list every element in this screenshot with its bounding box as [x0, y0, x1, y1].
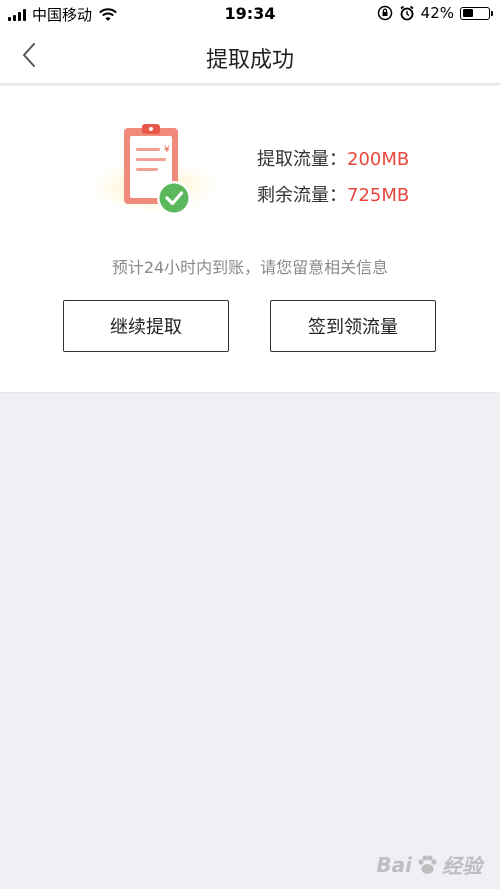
result-card: ¥ 提取流量：200MB 剩余流量：725MB 预计24小时内到账，请您留意相关… [0, 86, 500, 393]
checkin-flow-button[interactable]: 签到领流量 [270, 300, 436, 352]
page-title: 提取成功 [205, 48, 294, 73]
watermark-text-2: 经验 [442, 854, 482, 878]
battery-icon [460, 6, 493, 20]
remaining-row: 剩余流量：725MB [257, 178, 409, 214]
alarm-icon [400, 5, 414, 21]
paw-icon [418, 854, 437, 874]
extracted-row: 提取流量：200MB [257, 142, 409, 178]
baidu-watermark: Bai 经验 [376, 850, 482, 879]
extracted-label: 提取流量： [257, 149, 347, 170]
remaining-value: 725MB [347, 185, 410, 206]
remaining-label: 剩余流量： [257, 185, 347, 206]
battery-level [462, 9, 473, 17]
status-bar: 中国移动 19:34 42% [0, 0, 500, 28]
battery-percent: 42% [420, 4, 454, 22]
flow-info: 提取流量：200MB 剩余流量：725MB [257, 142, 409, 214]
clipboard-success-icon: ¥ [88, 124, 220, 215]
watermark-text: Bai [376, 852, 412, 877]
nav-bar: 提取成功 [0, 28, 500, 84]
status-right: 42% [377, 4, 493, 22]
svg-text:¥: ¥ [164, 145, 170, 155]
extracted-value: 200MB [347, 149, 410, 170]
rotation-lock-icon [377, 5, 392, 21]
continue-extract-button[interactable]: 继续提取 [63, 300, 229, 352]
arrival-notice: 预计24小时内到账，请您留意相关信息 [111, 258, 389, 277]
